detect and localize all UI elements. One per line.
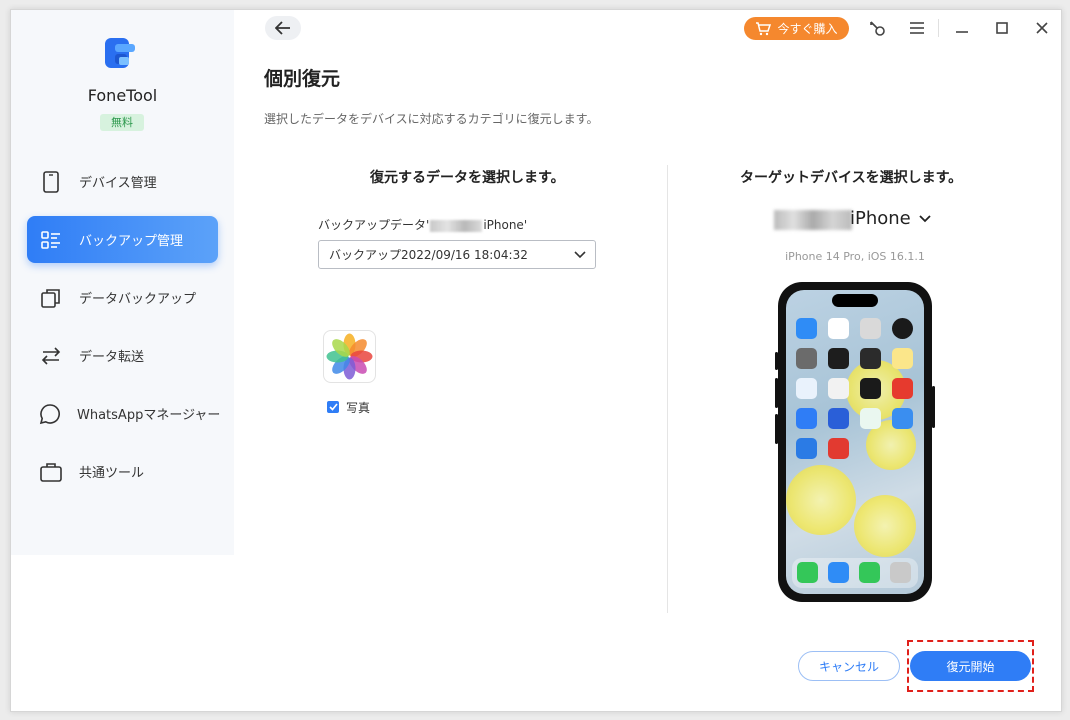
- backup-label-prefix: バックアップデータ': [318, 218, 430, 232]
- sidebar-item-label: デバイス管理: [79, 176, 157, 191]
- backup-data-label: バックアップデータ' iPhone': [318, 216, 527, 233]
- header-separator: [938, 19, 939, 37]
- chat-bubble-icon: [39, 402, 61, 426]
- notes-icon: [892, 348, 913, 369]
- sidebar-item-data-backup[interactable]: データバックアップ: [27, 274, 218, 321]
- phone-side-button: [932, 386, 935, 428]
- buy-now-button[interactable]: 今すぐ購入: [744, 17, 849, 40]
- page-title: 個別復元: [264, 68, 341, 90]
- sidebar-item-common-tools[interactable]: 共通ツール: [27, 448, 218, 495]
- sidebar-item-label: バックアップ管理: [79, 234, 184, 249]
- app-window: FoneTool 無料 デバイス管理 バックアップ管理 データバックアップ デー…: [10, 9, 1062, 712]
- sidebar-item-whatsapp-manager[interactable]: WhatsAppマネージャー: [27, 390, 221, 437]
- app-icon: [828, 438, 849, 459]
- redacted-device-owner: [774, 210, 852, 230]
- cancel-button[interactable]: キャンセル: [798, 651, 900, 681]
- toolbox-icon: [39, 460, 63, 484]
- app-store-icon: [796, 318, 817, 339]
- wallpaper-lemon: [786, 465, 856, 535]
- clock-icon: [892, 318, 913, 339]
- device-selector[interactable]: iPhone: [850, 208, 931, 229]
- camera-icon: [860, 318, 881, 339]
- sidebar-item-device-management[interactable]: デバイス管理: [27, 158, 218, 205]
- settings-icon: [796, 348, 817, 369]
- checkmark-icon: [328, 403, 338, 411]
- wallpaper-lemon: [854, 495, 916, 557]
- phone-icon: [39, 170, 63, 194]
- backup-select-value: バックアップ2022/09/16 18:04:32: [329, 248, 528, 262]
- iphone-illustration: [775, 282, 935, 602]
- backup-label-suffix: iPhone': [483, 218, 528, 232]
- contacts-icon: [890, 562, 911, 583]
- app-icon: [796, 438, 817, 459]
- menu-icon[interactable]: [907, 18, 927, 38]
- close-icon[interactable]: [1032, 18, 1052, 38]
- start-restore-button[interactable]: 復元開始: [910, 651, 1031, 681]
- redacted-name: [430, 219, 483, 232]
- phone-side-button: [775, 378, 778, 408]
- free-badge: 無料: [100, 114, 144, 131]
- sidebar-item-label: データ転送: [79, 350, 145, 365]
- arrow-left-icon: [275, 21, 290, 35]
- cart-icon: [756, 21, 772, 35]
- page-description: 選択したデータをデバイスに対応するカテゴリに復元します。: [264, 112, 599, 126]
- phone-app-icon: [797, 562, 818, 583]
- phone-dock: [792, 558, 918, 588]
- voice-memos-icon: [828, 348, 849, 369]
- sidebar-item-label: 共通ツール: [79, 466, 145, 481]
- maximize-icon[interactable]: [992, 18, 1012, 38]
- app-name: FoneTool: [87, 86, 158, 105]
- app-icon: [860, 378, 881, 399]
- sidebar-item-label: WhatsAppマネージャー: [77, 408, 221, 423]
- chevron-down-icon: [573, 248, 587, 262]
- phone-side-button: [775, 414, 778, 444]
- copy-icon: [39, 286, 63, 310]
- fonetool-logo: [105, 38, 135, 68]
- key-icon[interactable]: [867, 18, 887, 38]
- app-icon: [796, 408, 817, 429]
- app-icon: [892, 408, 913, 429]
- phone-side-button: [775, 352, 778, 370]
- source-section-title: 復元するデータを選択します。: [370, 170, 565, 186]
- app-icon: [828, 408, 849, 429]
- app-icon: [796, 378, 817, 399]
- app-icon: [892, 378, 913, 399]
- sidebar-item-label: データバックアップ: [79, 292, 197, 307]
- buy-now-label: 今すぐ購入: [777, 22, 838, 36]
- chevron-down-icon: [919, 214, 931, 222]
- dynamic-island: [832, 294, 878, 307]
- sidebar-item-backup-management[interactable]: バックアップ管理: [27, 216, 218, 263]
- device-name: iPhone: [850, 208, 911, 229]
- target-section-title: ターゲットデバイスを選択します。: [740, 170, 963, 186]
- minimize-icon[interactable]: [952, 18, 972, 38]
- back-button[interactable]: [265, 16, 301, 40]
- sidebar: FoneTool 無料 デバイス管理 バックアップ管理 データバックアップ デー…: [11, 10, 234, 555]
- safari-icon: [828, 562, 849, 583]
- sidebar-item-data-transfer[interactable]: データ転送: [27, 332, 218, 379]
- backup-select[interactable]: バックアップ2022/09/16 18:04:32: [318, 240, 596, 269]
- photos-checkbox[interactable]: [327, 401, 339, 413]
- app-icon: [828, 378, 849, 399]
- photos-icon: [828, 318, 849, 339]
- phone-screen: [786, 290, 924, 594]
- device-info: iPhone 14 Pro, iOS 16.1.1: [785, 250, 925, 263]
- calculator-icon: [860, 348, 881, 369]
- photos-app-icon: [326, 333, 373, 380]
- photos-category-tile[interactable]: [323, 330, 376, 383]
- list-icon: [39, 228, 63, 252]
- messages-icon: [859, 562, 880, 583]
- photos-label: 写真: [346, 401, 371, 415]
- panel-divider: [667, 165, 668, 613]
- transfer-icon: [39, 344, 63, 368]
- app-icon: [860, 408, 881, 429]
